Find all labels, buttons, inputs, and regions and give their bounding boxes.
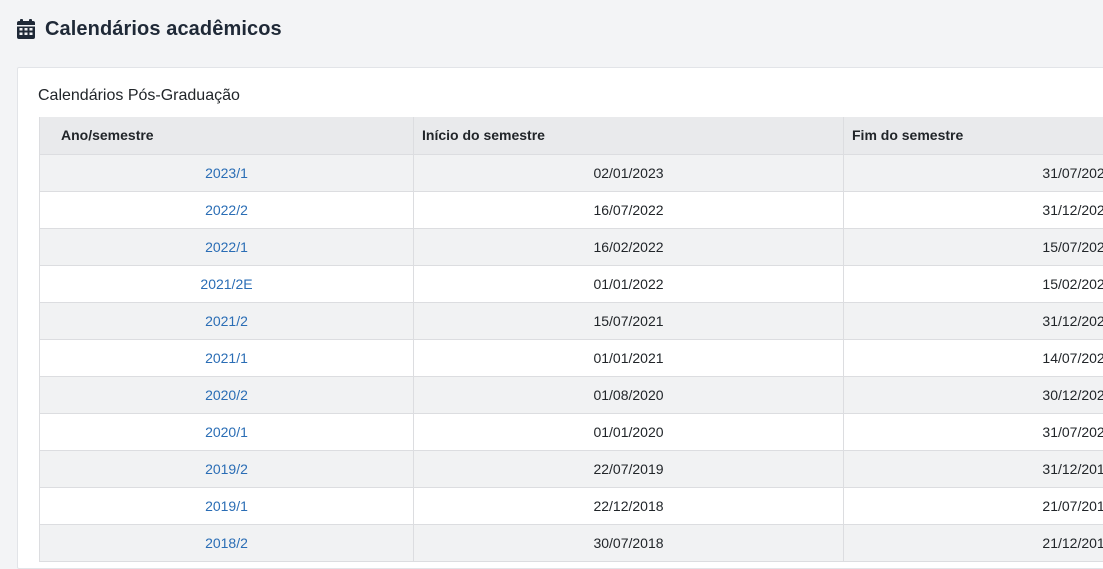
end-date-cell: 21/07/2019	[844, 487, 1103, 524]
table-row: 2022/2 16/07/202231/12/2022	[40, 191, 1103, 228]
semester-cell: 2021/2	[40, 302, 414, 339]
header-fim-semestre[interactable]: Fim do semestre	[844, 117, 1103, 154]
end-date-cell: 15/02/2022	[844, 265, 1103, 302]
table-row: 2023/1 02/01/202331/07/2023	[40, 154, 1103, 191]
end-date-cell: 31/12/2019	[844, 450, 1103, 487]
semester-cell: 2020/2	[40, 376, 414, 413]
start-date-cell: 16/07/2022	[414, 191, 844, 228]
table-row: 2019/2 22/07/201931/12/2019	[40, 450, 1103, 487]
semester-link[interactable]: 2021/2E	[200, 276, 252, 292]
semester-link[interactable]: 2021/1	[205, 350, 248, 366]
semester-cell: 2018/2	[40, 524, 414, 561]
semester-link[interactable]: 2022/2	[205, 202, 248, 218]
end-date-cell: 14/07/2021	[844, 339, 1103, 376]
start-date-cell: 01/01/2020	[414, 413, 844, 450]
start-date-cell: 16/02/2022	[414, 228, 844, 265]
semester-link[interactable]: 2020/1	[205, 424, 248, 440]
table-header-row: Ano/semestre Início do semestre Fim do s…	[40, 117, 1103, 154]
header-ano-semestre[interactable]: Ano/semestre	[40, 117, 414, 154]
semester-link[interactable]: 2019/1	[205, 498, 248, 514]
end-date-cell: 31/12/2022	[844, 191, 1103, 228]
start-date-cell: 15/07/2021	[414, 302, 844, 339]
table-row: 2021/2E 01/01/202215/02/2022	[40, 265, 1103, 302]
semester-link[interactable]: 2023/1	[205, 165, 248, 181]
end-date-cell: 31/12/2021	[844, 302, 1103, 339]
semester-cell: 2022/1	[40, 228, 414, 265]
calendar-icon	[17, 19, 35, 39]
end-date-cell: 31/07/2023	[844, 154, 1103, 191]
semester-cell: 2019/1	[40, 487, 414, 524]
calendars-card: Calendários Pós-Graduação Ano/semestre I…	[17, 67, 1103, 569]
table-row: 2020/1 01/01/202031/07/2020	[40, 413, 1103, 450]
header-inicio-semestre[interactable]: Início do semestre	[414, 117, 844, 154]
end-date-cell: 31/07/2020	[844, 413, 1103, 450]
semester-link[interactable]: 2018/2	[205, 535, 248, 551]
semester-cell: 2019/2	[40, 450, 414, 487]
semester-cell: 2022/2	[40, 191, 414, 228]
semester-link[interactable]: 2019/2	[205, 461, 248, 477]
table-row: 2020/2 01/08/202030/12/2020	[40, 376, 1103, 413]
end-date-cell: 21/12/2018	[844, 524, 1103, 561]
calendars-table: Ano/semestre Início do semestre Fim do s…	[39, 117, 1103, 562]
card-title: Calendários Pós-Graduação	[38, 87, 240, 105]
start-date-cell: 02/01/2023	[414, 154, 844, 191]
table-row: 2022/1 16/02/202215/07/2022	[40, 228, 1103, 265]
semester-link[interactable]: 2020/2	[205, 387, 248, 403]
table-row: 2018/2 30/07/201821/12/2018	[40, 524, 1103, 561]
start-date-cell: 01/08/2020	[414, 376, 844, 413]
semester-cell: 2023/1	[40, 154, 414, 191]
end-date-cell: 30/12/2020	[844, 376, 1103, 413]
semester-link[interactable]: 2021/2	[205, 313, 248, 329]
semester-link[interactable]: 2022/1	[205, 239, 248, 255]
semester-cell: 2020/1	[40, 413, 414, 450]
semester-cell: 2021/2E	[40, 265, 414, 302]
start-date-cell: 22/07/2019	[414, 450, 844, 487]
start-date-cell: 01/01/2022	[414, 265, 844, 302]
semester-cell: 2021/1	[40, 339, 414, 376]
table-row: 2021/2 15/07/202131/12/2021	[40, 302, 1103, 339]
end-date-cell: 15/07/2022	[844, 228, 1103, 265]
start-date-cell: 30/07/2018	[414, 524, 844, 561]
table-row: 2019/1 22/12/201821/07/2019	[40, 487, 1103, 524]
start-date-cell: 01/01/2021	[414, 339, 844, 376]
start-date-cell: 22/12/2018	[414, 487, 844, 524]
page-header: Calendários acadêmicos	[17, 14, 282, 44]
page-title: Calendários acadêmicos	[45, 18, 282, 41]
table-row: 2021/1 01/01/202114/07/2021	[40, 339, 1103, 376]
